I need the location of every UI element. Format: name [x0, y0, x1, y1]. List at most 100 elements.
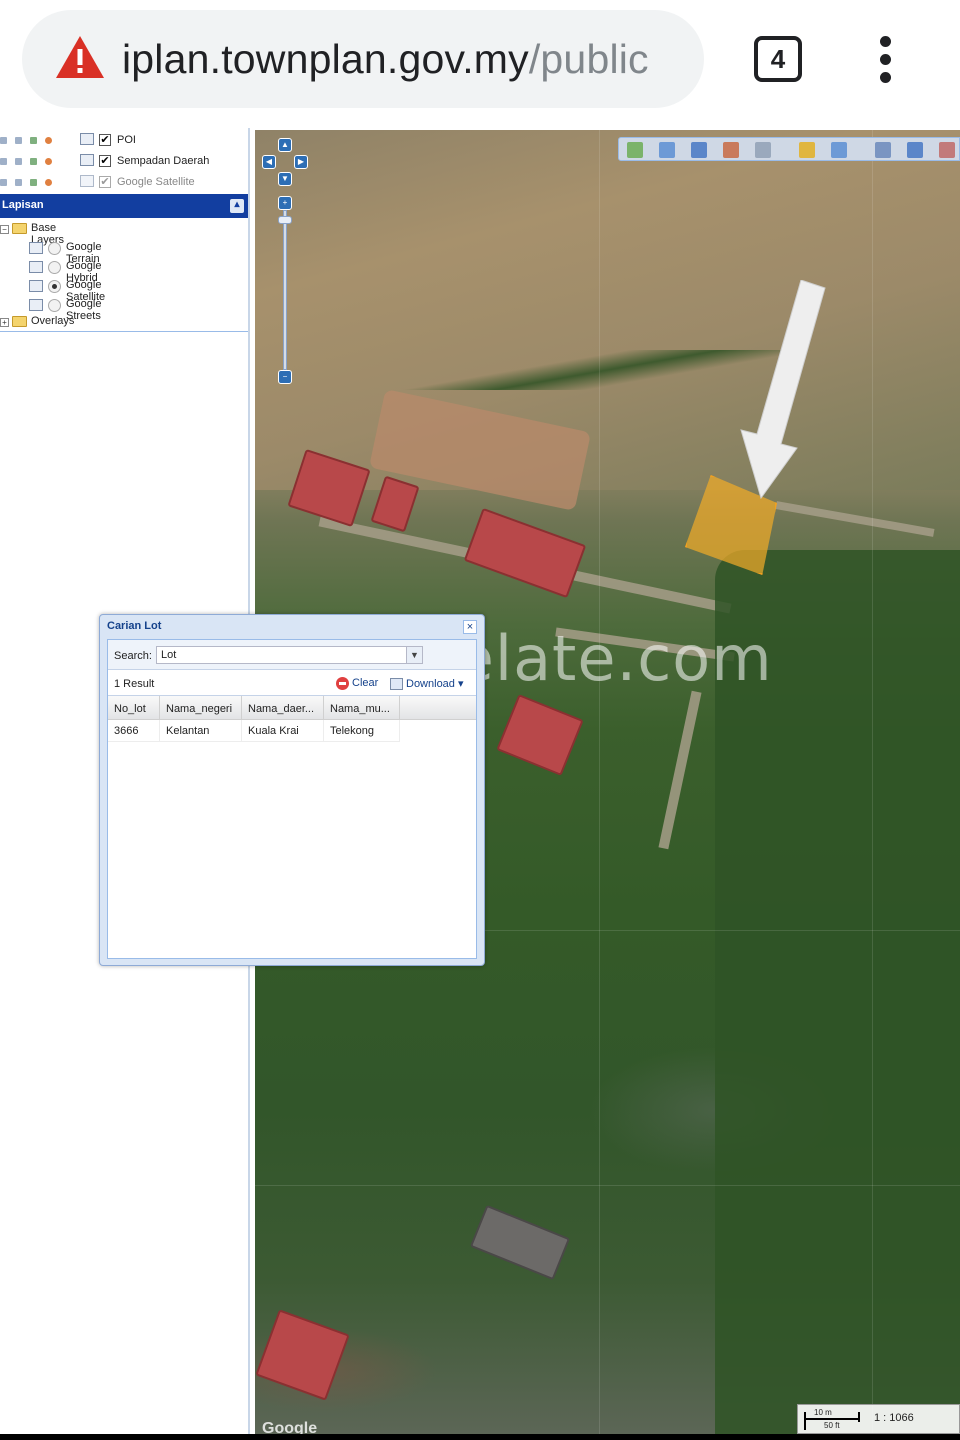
zoom-extent-icon[interactable]	[875, 142, 891, 158]
zoom-out-icon[interactable]: −	[278, 370, 292, 384]
dialog-body: Search: Lot ▼ 1 Result Clear Download ▾ …	[107, 639, 477, 959]
pan-control: ▲ ◀ ▶ ▼	[262, 138, 310, 190]
chevron-down-icon[interactable]: ▼	[406, 646, 423, 664]
layer-row-sempadan: ✔ Sempadan Daerah	[0, 151, 248, 171]
clear-label: Clear	[352, 677, 379, 689]
warning-triangle-icon[interactable]	[54, 34, 106, 80]
lapisan-header[interactable]: Lapisan ▴	[0, 194, 248, 218]
layer-order-controls[interactable]	[0, 135, 62, 145]
layer-order-controls[interactable]	[0, 156, 62, 166]
legend-icon	[80, 133, 94, 145]
map-toolbar	[618, 137, 960, 161]
layer-radio-selected[interactable]	[48, 280, 61, 293]
map-building	[463, 507, 587, 599]
print-icon[interactable]	[755, 142, 771, 158]
identify-icon[interactable]	[627, 142, 643, 158]
legend-icon	[80, 154, 94, 166]
layer-label: Sempadan Daerah	[117, 155, 210, 167]
legend-icon	[29, 261, 43, 273]
dialog-title: Carian Lot	[107, 620, 162, 632]
column-header[interactable]: Nama_negeri	[160, 696, 242, 720]
map-gridline	[255, 1185, 960, 1186]
pan-left-icon[interactable]: ◀	[262, 155, 276, 169]
pan-up-icon[interactable]: ▲	[278, 138, 292, 152]
zoom-slider-handle[interactable]	[278, 216, 292, 224]
overflow-menu-icon[interactable]	[870, 36, 900, 84]
scale-imperial: 50 ft	[824, 1421, 840, 1430]
download-button[interactable]: Download ▾	[388, 673, 464, 693]
map-clearing	[255, 130, 960, 490]
scale-metric: 10 m	[814, 1408, 832, 1417]
column-header-filler	[400, 696, 476, 720]
map-gridline	[599, 130, 600, 1434]
address-bar[interactable]: iplan.townplan.gov.my/public	[22, 10, 704, 108]
layer-checkbox[interactable]: ✔	[99, 134, 111, 146]
folder-icon	[12, 223, 27, 234]
tree-collapse-icon[interactable]: −	[0, 225, 9, 234]
map-building	[496, 694, 584, 776]
measure-line-icon[interactable]	[659, 142, 675, 158]
map-road	[775, 501, 935, 537]
lapisan-title: Lapisan	[2, 199, 44, 211]
zoom-slider[interactable]	[283, 210, 287, 370]
scale-box: 10 m 50 ft 1 : 1066	[797, 1404, 960, 1434]
map-building	[469, 1204, 571, 1281]
clear-button[interactable]: Clear	[334, 673, 378, 693]
column-header[interactable]: No_lot	[108, 696, 160, 720]
hand-icon[interactable]	[831, 142, 847, 158]
map-building	[255, 1309, 350, 1401]
map-road	[658, 690, 702, 850]
zoom-in-icon[interactable]: +	[278, 196, 292, 210]
column-header[interactable]: Nama_mu...	[324, 696, 400, 720]
column-header[interactable]: Nama_daer...	[242, 696, 324, 720]
layer-radio[interactable]	[48, 261, 61, 274]
result-count: 1 Result	[114, 678, 155, 690]
layer-radio[interactable]	[48, 299, 61, 312]
search-toolbar: Search: Lot ▼	[108, 640, 476, 670]
clear-map-icon[interactable]	[939, 142, 955, 158]
search-select[interactable]: Lot	[156, 646, 422, 664]
scale-bar: 10 m 50 ft	[804, 1408, 864, 1431]
download-icon	[390, 678, 403, 690]
url-host: iplan.townplan.gov.my	[122, 36, 529, 82]
pointer-arrow-icon	[740, 280, 826, 500]
close-icon[interactable]: ×	[463, 620, 477, 634]
clear-icon	[336, 677, 349, 690]
url-text[interactable]: iplan.townplan.gov.my/public	[122, 36, 649, 83]
table-cell[interactable]: Kuala Krai	[242, 720, 324, 742]
layer-order-controls[interactable]	[0, 177, 62, 187]
folder-icon	[12, 316, 27, 327]
legend-icon	[80, 175, 94, 187]
layer-row-google-satellite: ✔ Google Satellite	[0, 172, 248, 192]
layer-label: Google Satellite	[117, 176, 195, 188]
layer-label: POI	[117, 134, 136, 146]
tree-expand-icon[interactable]: +	[0, 318, 9, 327]
pan-right-icon[interactable]: ▶	[294, 155, 308, 169]
pan-down-icon[interactable]: ▼	[278, 172, 292, 186]
search-label: Search:	[114, 650, 152, 662]
tab-switcher-button[interactable]: 4	[754, 36, 802, 82]
pencil-icon[interactable]	[799, 142, 815, 158]
layer-row-poi: ✔ POI	[0, 130, 248, 150]
carian-lot-dialog: Carian Lot × Search: Lot ▼ 1 Result Clea…	[99, 614, 485, 966]
url-path: /public	[528, 36, 649, 82]
download-label: Download ▾	[406, 678, 464, 690]
zoom-control: + −	[278, 196, 292, 384]
table-cell[interactable]: 3666	[108, 720, 160, 742]
screen-bottom-edge	[0, 1434, 960, 1440]
layer-checkbox[interactable]: ✔	[99, 176, 111, 188]
legend-icon	[29, 280, 43, 292]
map-treeline	[255, 350, 960, 390]
result-toolbar: 1 Result Clear Download ▾	[108, 670, 476, 696]
measure-area-icon[interactable]	[691, 142, 707, 158]
layer-checkbox[interactable]: ✔	[99, 155, 111, 167]
table-cell[interactable]: Kelantan	[160, 720, 242, 742]
select-icon[interactable]	[723, 142, 739, 158]
move-icon[interactable]	[907, 142, 923, 158]
collapse-icon[interactable]: ▴	[230, 199, 244, 213]
table-cell[interactable]: Telekong	[324, 720, 400, 742]
layer-radio[interactable]	[48, 242, 61, 255]
map-gridline	[872, 130, 873, 1434]
legend-icon	[29, 242, 43, 254]
browser-chrome: iplan.townplan.gov.my/public 4	[0, 0, 960, 128]
